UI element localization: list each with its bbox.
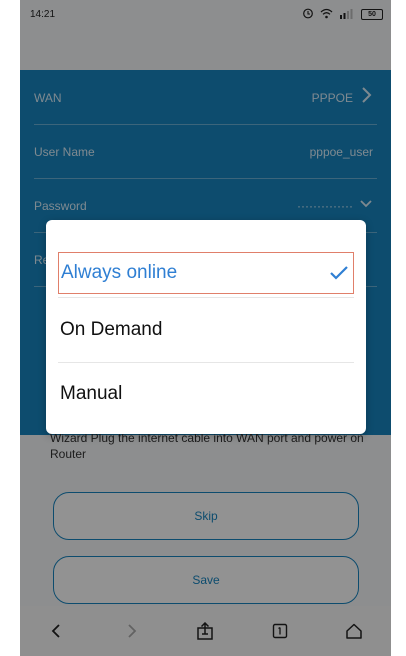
option-always-online[interactable]: Always online bbox=[58, 252, 354, 294]
check-icon bbox=[330, 266, 348, 280]
option-divider bbox=[58, 362, 354, 363]
option-label: On Demand bbox=[60, 319, 163, 340]
option-on-demand[interactable]: On Demand bbox=[58, 310, 354, 352]
phone-screen: 14:21 50 WAN PPPOE User Name pppoe_user … bbox=[20, 0, 391, 656]
option-label: Manual bbox=[60, 383, 123, 404]
connection-mode-dialog: Always online On Demand Manual bbox=[46, 220, 366, 434]
option-divider bbox=[58, 297, 354, 298]
option-label: Always online bbox=[61, 262, 178, 283]
option-manual[interactable]: Manual bbox=[58, 374, 354, 416]
